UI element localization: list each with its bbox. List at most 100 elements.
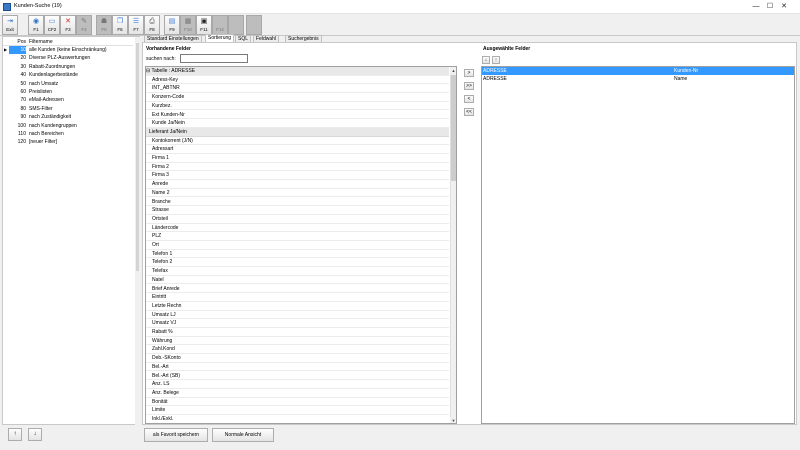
field-row[interactable]: Telefon 1 — [146, 250, 449, 259]
toolbar-f8-button[interactable]: ⎙ F8 — [144, 15, 160, 35]
remove-field-button[interactable]: < — [464, 95, 474, 103]
filter-down-button[interactable]: ↓ — [28, 428, 42, 441]
field-row[interactable]: Umsatz LJ — [146, 311, 449, 320]
toolbar-b14-button[interactable] — [246, 15, 262, 35]
field-row[interactable]: Umsatz VJ — [146, 319, 449, 328]
field-row[interactable]: Adress-Key — [146, 76, 449, 85]
filter-row[interactable]: 30 Rabatt-Zuordnungen — [3, 63, 133, 71]
field-row[interactable]: Telefon 2 — [146, 258, 449, 268]
toolbar-f1-button[interactable]: ◉ F1 — [28, 15, 44, 35]
field-row[interactable]: Ext Kunden-Nr — [146, 111, 449, 120]
field-row[interactable]: Deb.-SKonto — [146, 354, 449, 363]
tab-standard-einstellungen[interactable]: Standard Einstellungen — [144, 35, 202, 42]
toolbar-f9-button[interactable]: ▤ F9 — [164, 15, 180, 35]
field-row[interactable]: Anz. Belege — [146, 389, 449, 398]
field-row[interactable]: Firma 1 — [146, 154, 449, 163]
field-row[interactable]: Lieferant Ja/Nein — [146, 127, 449, 137]
field-row[interactable]: Anrede — [146, 180, 449, 189]
toolbar-f11-button[interactable]: ▣ F11 — [196, 15, 212, 35]
toolbar-cf2-button[interactable]: ▭ CF2 — [44, 15, 60, 35]
toolbar-f5-button[interactable]: ☗ F5 — [96, 15, 112, 35]
toolbar-f7-button[interactable]: ☰ F7 — [128, 15, 144, 35]
add-field-button[interactable]: > — [464, 69, 474, 77]
new-document-icon: ▭ — [48, 18, 56, 25]
filter-row[interactable]: 120 [neuer Filter] — [3, 138, 133, 146]
filter-row[interactable]: ▶ 10 alle Kunden (keine Einschränkung) — [3, 46, 133, 54]
field-row[interactable]: Kunde Ja/Nein — [146, 119, 449, 128]
toolbar-exit-button[interactable]: ⇥ Exit — [2, 15, 18, 35]
field-row[interactable]: Letzte Rechn — [146, 302, 449, 311]
toolbar-b13-button[interactable] — [228, 15, 244, 35]
filter-row[interactable]: 20 Diverse PLZ-Auswertungen — [3, 54, 133, 62]
field-row[interactable]: Anz. LS — [146, 380, 449, 389]
field-row[interactable]: Firma 2 — [146, 163, 449, 172]
filter-list-scroll-thumb[interactable] — [136, 43, 139, 271]
field-row[interactable]: Kontokorrent (J/N) — [146, 137, 449, 146]
search-input[interactable] — [180, 54, 248, 63]
remove-all-fields-button[interactable]: << — [464, 108, 474, 116]
field-row[interactable]: Bel.-Art (SB) — [146, 372, 449, 381]
field-row[interactable]: Ortsteil — [146, 215, 449, 224]
filter-row[interactable]: 60 Preislisten — [3, 88, 133, 96]
minimize-button[interactable]: — — [750, 1, 762, 12]
field-row[interactable]: Branche — [146, 198, 449, 207]
filter-row[interactable]: 40 Kundenlagerbestände — [3, 71, 133, 79]
field-row[interactable]: Natel — [146, 276, 449, 285]
toolbar-button-label: CF2 — [47, 27, 57, 32]
field-row[interactable]: Bonität — [146, 398, 449, 407]
filter-name: nach Bereichen — [29, 131, 64, 137]
add-all-fields-button[interactable]: >> — [464, 82, 474, 90]
close-button[interactable]: ✕ — [778, 1, 790, 12]
field-row[interactable]: Konzern-Code — [146, 93, 449, 102]
toolbar-f10-button[interactable]: ▦ F10 — [180, 15, 196, 35]
move-down-button[interactable]: ↓ — [482, 56, 490, 64]
table-group-header[interactable]: ⊟ Tabelle : ADRESSE — [146, 67, 449, 76]
tab-sql[interactable]: SQL — [235, 35, 252, 42]
tab-feldwahl[interactable]: Feldwahl — [253, 35, 280, 42]
field-row[interactable]: INT_ABTNR — [146, 84, 449, 94]
fields-scroll-thumb[interactable] — [451, 75, 456, 181]
field-row[interactable]: Brief Anrede — [146, 285, 449, 294]
field-row[interactable]: Rabatt % — [146, 328, 449, 337]
field-row[interactable]: Ort — [146, 241, 449, 250]
scroll-down-icon[interactable]: ▼ — [450, 417, 456, 423]
field-label: Inkl./Exkl. — [152, 416, 174, 422]
field-row[interactable]: Eintritt — [146, 293, 449, 302]
move-up-button[interactable]: ↑ — [492, 56, 500, 64]
normal-view-button[interactable]: Normale Ansicht — [212, 428, 274, 442]
save-favorite-button[interactable]: als Favorit speichern — [144, 428, 208, 442]
field-row[interactable]: Strasse — [146, 206, 449, 215]
filter-row[interactable]: 80 SMS-Filter — [3, 105, 133, 113]
tab-sortierung[interactable]: Sortierung — [205, 34, 235, 42]
toolbar-f12-button[interactable]: F12 — [212, 15, 228, 35]
field-row[interactable]: Limite — [146, 406, 449, 415]
filter-up-button[interactable]: ↑ — [8, 428, 22, 441]
field-row[interactable]: Name 2 — [146, 189, 449, 198]
toolbar-f6-button[interactable]: ❐ F6 — [112, 15, 128, 35]
field-row[interactable]: Ländercode — [146, 224, 449, 233]
field-row[interactable]: Inkl./Exkl. — [146, 415, 449, 423]
filter-row[interactable]: 70 eMail-Adressen — [3, 96, 133, 104]
filter-row[interactable]: 100 nach Kundengruppen — [3, 122, 133, 130]
filter-row[interactable]: 50 nach Umsatz — [3, 80, 133, 88]
field-row[interactable]: Zahl.Kond — [146, 345, 449, 355]
field-row[interactable]: Währung — [146, 337, 449, 346]
tab-suchergebnis[interactable]: Suchergebnis — [285, 35, 322, 42]
selected-field-row[interactable]: ADRESSE Kunden-Nr — [482, 67, 794, 75]
field-row[interactable]: Firma 3 — [146, 171, 449, 181]
scroll-up-icon[interactable]: ▲ — [450, 67, 456, 74]
title-bar — [0, 0, 800, 14]
selected-fields-list: ADRESSE Kunden-Nr ADRESSE Name — [481, 66, 795, 424]
toolbar-f4-button[interactable]: ✎ F4 — [76, 15, 92, 35]
filter-row[interactable]: 110 nach Bereichen — [3, 130, 133, 138]
field-label: Strasse — [152, 207, 169, 214]
selected-field-row[interactable]: ADRESSE Name — [482, 75, 794, 83]
toolbar-f3-button[interactable]: ✕ F3 — [60, 15, 76, 35]
field-row[interactable]: PLZ — [146, 232, 449, 241]
field-row[interactable]: Kurzbez. — [146, 102, 449, 111]
field-row[interactable]: Telefax — [146, 267, 449, 276]
field-row[interactable]: Bel.-Art — [146, 363, 449, 372]
field-row[interactable]: Adressart — [146, 145, 449, 154]
maximize-button[interactable]: ☐ — [764, 1, 776, 12]
filter-row[interactable]: 90 nach Zuständigkeit — [3, 113, 133, 121]
